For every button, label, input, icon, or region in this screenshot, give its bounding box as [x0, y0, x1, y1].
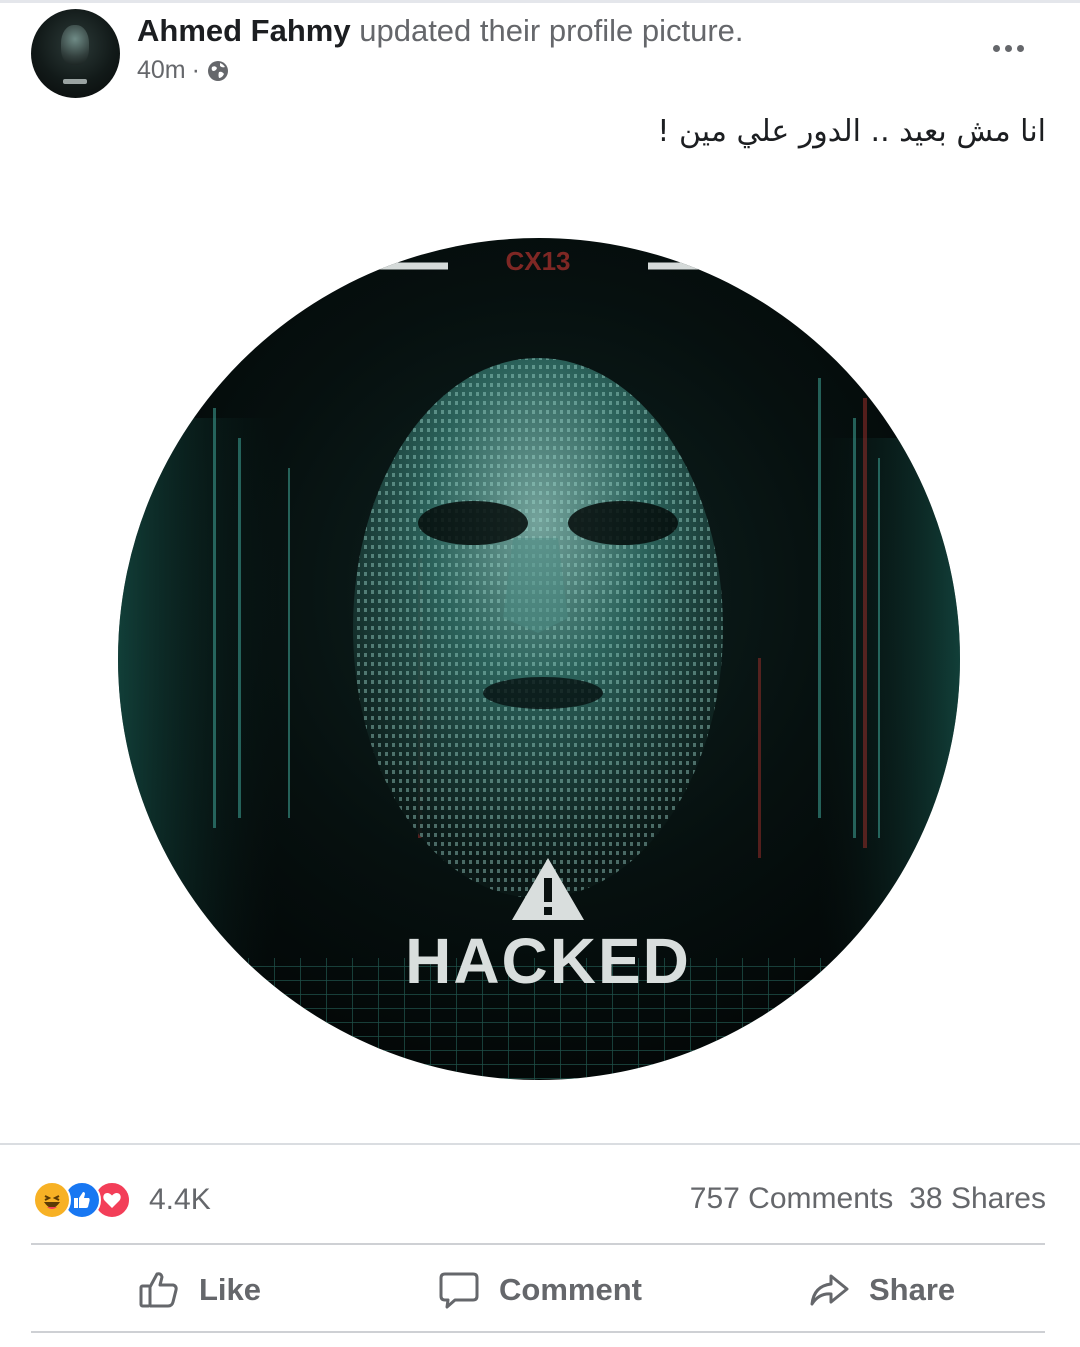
like-button[interactable]: Like: [137, 1255, 261, 1325]
thumbs-up-icon: [139, 1272, 178, 1308]
haha-icon: [33, 1181, 71, 1219]
comments-count[interactable]: 757 Comments: [690, 1182, 893, 1216]
post-action-text: updated their profile picture.: [359, 13, 744, 48]
like-label: Like: [199, 1272, 262, 1307]
meta-separator: ·: [191, 56, 200, 84]
post-header: Ahmed Fahmy updated their profile pictur…: [0, 0, 1080, 110]
share-label: Share: [869, 1272, 956, 1307]
author-line: Ahmed Fahmy updated their profile pictur…: [137, 13, 744, 49]
author-avatar[interactable]: [31, 9, 120, 98]
more-dot: [1004, 44, 1012, 52]
globe-icon[interactable]: [206, 59, 230, 83]
engagement-counts: 757 Comments 38 Shares: [690, 1182, 1046, 1216]
actions-divider: [31, 1331, 1045, 1333]
image-badge: CX13: [505, 246, 570, 276]
post-time[interactable]: 40m: [137, 56, 186, 85]
share-button[interactable]: Share: [807, 1255, 955, 1325]
hacked-label: HACKED: [405, 925, 691, 997]
reactions-summary[interactable]: 4.4K: [33, 1178, 211, 1222]
hacked-profile-image: CX13 HACKED: [118, 238, 960, 1080]
shares-count[interactable]: 38 Shares: [909, 1182, 1046, 1216]
comment-icon: [439, 1272, 479, 1309]
stats-divider: [31, 1243, 1045, 1245]
reactions-count[interactable]: 4.4K: [149, 1183, 211, 1217]
share-icon: [810, 1274, 849, 1306]
avatar-caption-bar: [63, 79, 87, 84]
more-dot: [992, 44, 1000, 52]
more-options-icon[interactable]: [984, 30, 1032, 66]
post-meta: 40m ·: [137, 56, 230, 85]
comment-label: Comment: [499, 1272, 642, 1307]
comment-button[interactable]: Comment: [437, 1255, 642, 1325]
more-dot: [1016, 44, 1024, 52]
post-actions: Like Comment Share: [31, 1255, 1045, 1325]
profile-picture[interactable]: CX13 HACKED: [118, 238, 960, 1080]
image-divider: [0, 1143, 1080, 1145]
post-text: انا مش بعيد .. الدور علي مين !: [657, 114, 1046, 149]
author-name[interactable]: Ahmed Fahmy: [137, 13, 351, 48]
avatar-face: [61, 25, 89, 65]
